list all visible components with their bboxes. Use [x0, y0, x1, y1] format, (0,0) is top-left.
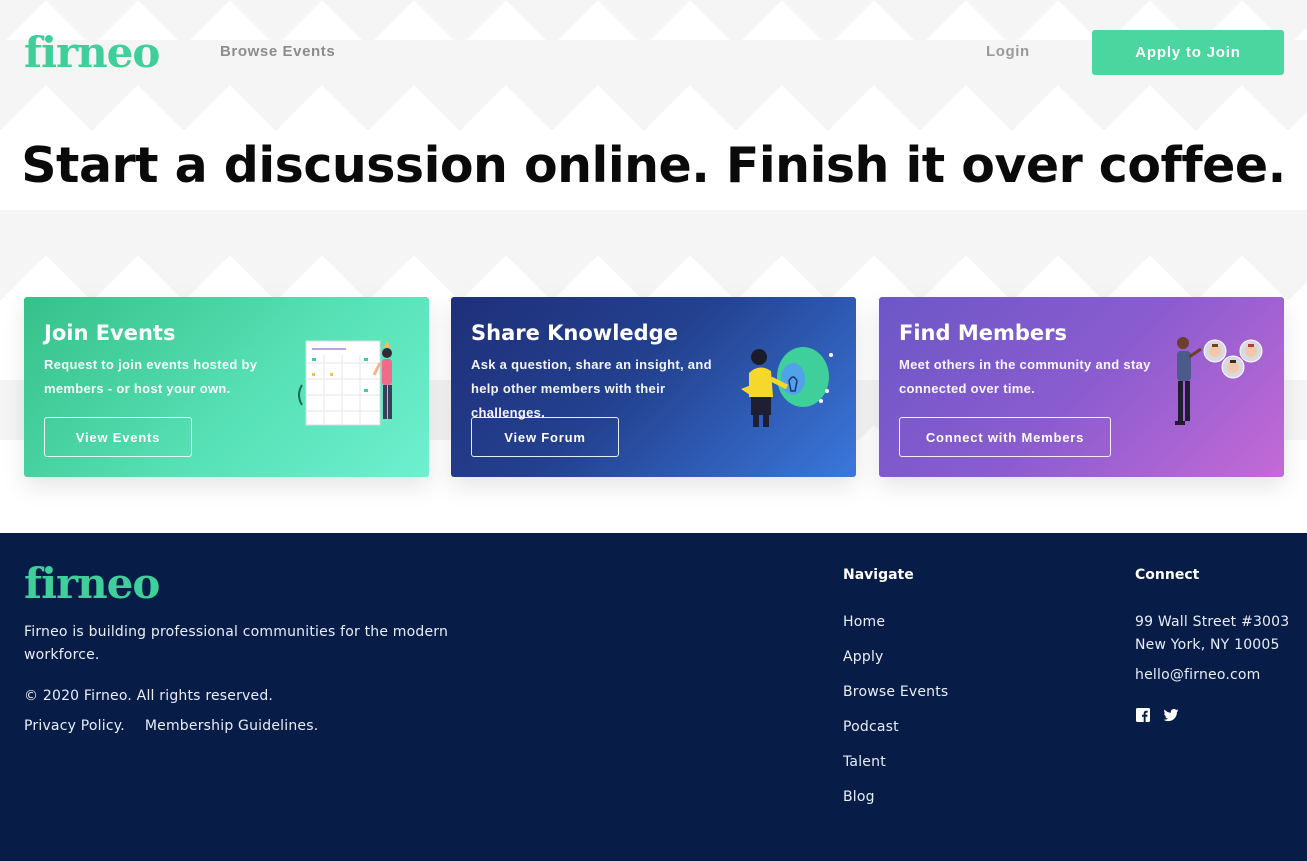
nav-login[interactable]: Login: [986, 43, 1030, 60]
footer-social: [1135, 707, 1179, 723]
footer-copyright: © 2020 Firneo. All rights reserved.: [24, 688, 274, 704]
footer-nav-talent[interactable]: Talent: [843, 753, 948, 788]
footer-nav-apply[interactable]: Apply: [843, 648, 948, 683]
card-title: Find Members: [899, 321, 1067, 345]
footer-tagline: Firneo is building professional communit…: [24, 624, 449, 663]
card-description: Request to join events hosted by members…: [44, 357, 258, 396]
nav-browse-events[interactable]: Browse Events: [220, 43, 335, 60]
address-line-2: New York, NY 10005: [1135, 637, 1280, 653]
footer-nav-home[interactable]: Home: [843, 613, 948, 648]
connect-with-members-button[interactable]: Connect with Members: [899, 417, 1111, 457]
membership-guidelines-link[interactable]: Membership Guidelines.: [145, 718, 319, 734]
card-description: Meet others in the community and stay co…: [899, 357, 1151, 396]
navigate-heading: Navigate: [843, 567, 914, 583]
card-title: Join Events: [44, 321, 176, 345]
footer-nav-browse-events[interactable]: Browse Events: [843, 683, 948, 718]
footer-nav-blog[interactable]: Blog: [843, 788, 948, 823]
view-events-button[interactable]: View Events: [44, 417, 192, 457]
lightbulb-illustration: [741, 347, 833, 427]
card-title: Share Knowledge: [471, 321, 678, 345]
footer-email[interactable]: hello@firneo.com: [1135, 667, 1261, 683]
calendar-illustration: [298, 340, 392, 426]
site-header: firneo Browse Events Login Apply to Join: [0, 0, 1307, 100]
firneo-logo[interactable]: firneo: [24, 28, 160, 78]
footer-logo[interactable]: firneo: [24, 559, 160, 609]
card-share-knowledge: Share Knowledge Ask a question, share an…: [451, 297, 856, 477]
privacy-policy-link[interactable]: Privacy Policy.: [24, 718, 125, 734]
card-find-members: Find Members Meet others in the communit…: [879, 297, 1284, 477]
hero-title: Start a discussion online. Finish it ove…: [21, 137, 1286, 194]
card-join-events: Join Events Request to join events hoste…: [24, 297, 429, 477]
card-description: Ask a question, share an insight, and he…: [471, 357, 712, 420]
connect-heading: Connect: [1135, 567, 1200, 583]
footer-nav: Home Apply Browse Events Podcast Talent …: [843, 613, 948, 823]
facebook-icon[interactable]: [1135, 707, 1151, 723]
footer-nav-podcast[interactable]: Podcast: [843, 718, 948, 753]
apply-to-join-button[interactable]: Apply to Join: [1092, 30, 1284, 75]
footer-legal-links: Privacy Policy. Membership Guidelines.: [24, 718, 318, 734]
view-forum-button[interactable]: View Forum: [471, 417, 619, 457]
network-illustration: [1175, 337, 1263, 425]
twitter-icon[interactable]: [1163, 707, 1179, 723]
address-line-1: 99 Wall Street #3003: [1135, 614, 1290, 630]
site-footer: firneo Firneo is building professional c…: [0, 533, 1307, 861]
footer-address: 99 Wall Street #3003 New York, NY 10005: [1135, 611, 1289, 657]
